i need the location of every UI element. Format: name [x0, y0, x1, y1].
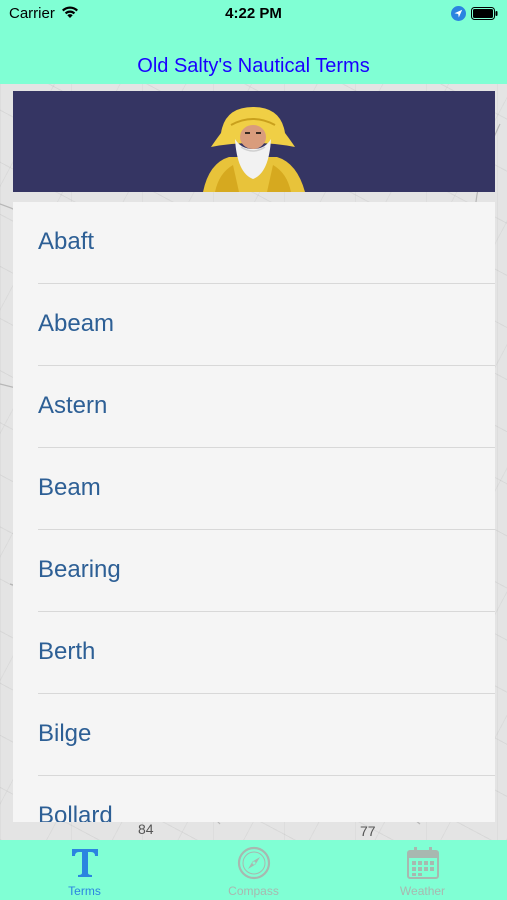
compass-icon	[237, 846, 271, 885]
location-arrow-icon	[451, 6, 466, 25]
list-item[interactable]: Beam	[13, 448, 495, 530]
tab-terms[interactable]: Terms	[0, 840, 169, 900]
list-item[interactable]: Bilge	[13, 694, 495, 776]
tab-weather[interactable]: Weather	[338, 840, 507, 900]
header-banner	[13, 91, 495, 192]
list-item[interactable]: Astern	[13, 366, 495, 448]
term-label: Bilge	[38, 720, 92, 747]
term-label: Abaft	[38, 228, 95, 255]
list-item[interactable]: Bollard	[13, 776, 495, 822]
term-label: Abeam	[38, 310, 115, 337]
calendar-icon	[406, 846, 440, 885]
list-item[interactable]: Abeam	[13, 284, 495, 366]
chart-depth-label: 84	[138, 821, 154, 837]
tab-label: Compass	[228, 884, 279, 898]
tab-bar: Terms Compass Weather	[0, 840, 507, 900]
term-label: Beam	[38, 474, 101, 501]
list-item[interactable]: Berth	[13, 612, 495, 694]
chart-depth-label: 77	[360, 823, 376, 839]
tab-label: Terms	[68, 884, 101, 898]
term-label: Bollard	[38, 802, 113, 822]
tab-label: Weather	[399, 884, 446, 898]
battery-icon	[471, 7, 499, 24]
status-time: 4:22 PM	[225, 5, 282, 22]
top-bar: Carrier 4:22 PM Old Salty's Nautical Ter…	[0, 0, 507, 84]
term-label: Berth	[38, 638, 96, 665]
old-salty-sailor-image	[203, 107, 305, 192]
status-bar: Carrier 4:22 PM	[0, 0, 507, 30]
terms-list[interactable]: Abaft Abeam Astern Beam Bearing Berth Bi…	[13, 202, 495, 822]
terms-icon	[69, 846, 101, 883]
list-item[interactable]: Bearing	[13, 530, 495, 612]
tab-compass[interactable]: Compass	[169, 840, 338, 900]
term-label: Bearing	[38, 556, 121, 583]
page-title: Old Salty's Nautical Terms	[137, 55, 370, 77]
term-label: Astern	[38, 392, 108, 419]
list-item[interactable]: Abaft	[13, 202, 495, 284]
